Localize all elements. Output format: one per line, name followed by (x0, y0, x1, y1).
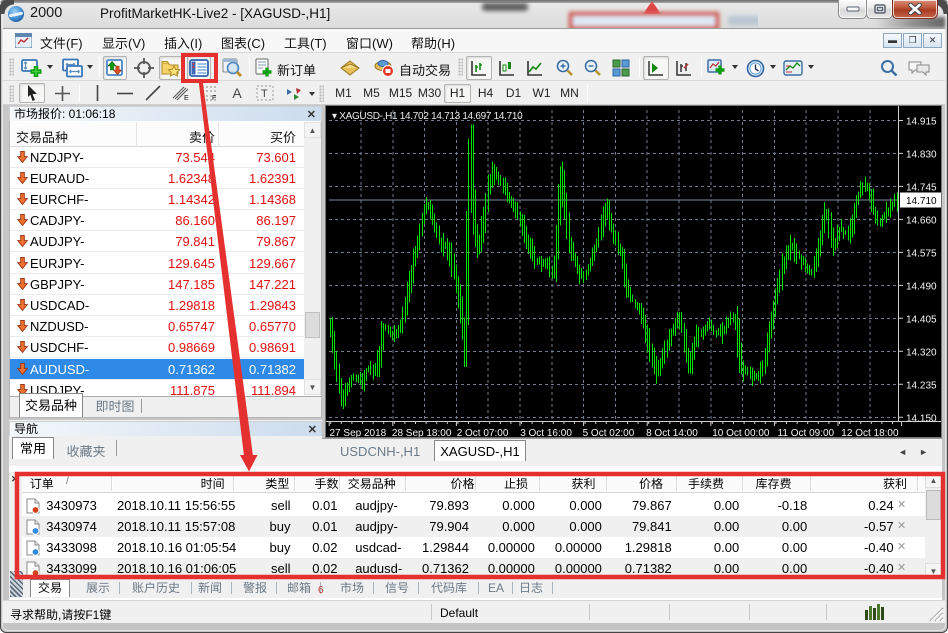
svg-text:2 Oct 07:00: 2 Oct 07:00 (457, 428, 509, 437)
svg-text:14.745: 14.745 (906, 182, 937, 193)
svg-text:27 Sep 2018: 27 Sep 2018 (330, 428, 387, 437)
svg-text:11 Oct 09:00: 11 Oct 09:00 (778, 428, 835, 437)
svg-text:T: T (261, 88, 268, 100)
svg-text:14.150: 14.150 (906, 413, 937, 424)
svg-text:14.830: 14.830 (906, 149, 937, 160)
svg-text:28 Sep 18:00: 28 Sep 18:00 (392, 428, 452, 437)
svg-text:12 Oct 18:00: 12 Oct 18:00 (841, 428, 899, 437)
svg-text:14.915: 14.915 (906, 117, 937, 128)
svg-text:14.235: 14.235 (906, 380, 937, 391)
svg-text:14.320: 14.320 (906, 347, 937, 358)
svg-text:5 Oct 02:00: 5 Oct 02:00 (583, 428, 635, 437)
svg-text:F: F (212, 95, 216, 101)
svg-text:3 Oct 16:00: 3 Oct 16:00 (520, 428, 572, 437)
svg-text:E: E (184, 95, 189, 101)
svg-text:14.660: 14.660 (906, 215, 937, 226)
svg-text:14.405: 14.405 (906, 314, 937, 325)
svg-text:10 Oct 00:00: 10 Oct 00:00 (712, 428, 770, 437)
svg-text:8 Oct 14:00: 8 Oct 14:00 (646, 428, 698, 437)
svg-text:14.575: 14.575 (906, 248, 937, 259)
svg-text:14.490: 14.490 (906, 281, 937, 292)
svg-text:14.710: 14.710 (906, 196, 937, 207)
